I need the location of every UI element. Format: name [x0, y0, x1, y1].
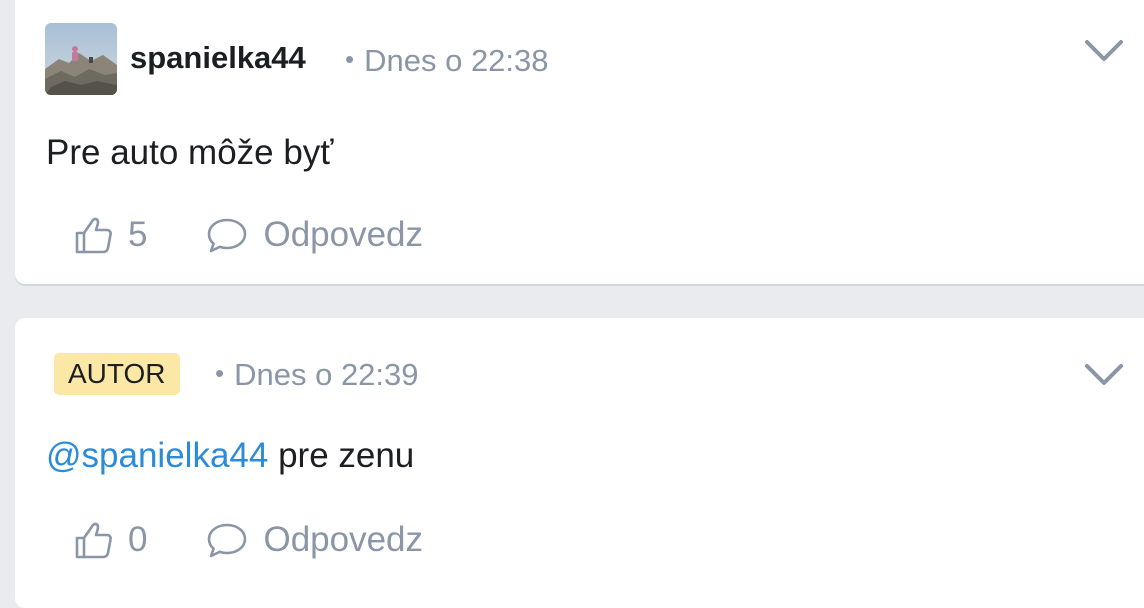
comment-text: @spanielka44 pre zenu: [46, 435, 414, 477]
comment-card: spanielka44 • Dnes o 22:38 Pre auto môže …: [15, 0, 1144, 284]
speech-bubble-icon: [208, 523, 247, 558]
comment-card: AUTOR • Dnes o 22:39 @spanielka44 pre zen…: [15, 318, 1144, 608]
avatar-image: [45, 23, 117, 95]
comment-text: Pre auto môže byť: [46, 133, 334, 172]
separator-dot: •: [345, 44, 355, 74]
like-count: 0: [128, 520, 148, 559]
speech-bubble-icon: [208, 218, 247, 253]
like-button[interactable]: 0: [74, 520, 147, 560]
separator-dot: •: [215, 358, 225, 388]
thumbs-up-icon: [75, 522, 112, 559]
comment-actions: 0 Odpovedz: [74, 518, 423, 562]
like-button[interactable]: 5: [74, 215, 147, 255]
comment-meta: • Dnes o 22:39: [215, 355, 419, 393]
comment-actions: 5 Odpovedz: [74, 213, 423, 257]
chevron-down-icon[interactable]: [1084, 38, 1124, 64]
comment-timestamp: Dnes o 22:39: [234, 357, 419, 392]
like-count: 5: [128, 215, 148, 254]
reply-button[interactable]: Odpovedz: [205, 520, 423, 560]
comment-author[interactable]: spanielka44: [130, 40, 306, 76]
reply-label: Odpovedz: [263, 215, 424, 254]
mention-link[interactable]: @spanielka44: [46, 436, 268, 475]
user-avatar[interactable]: [45, 23, 117, 95]
author-badge: AUTOR: [54, 353, 180, 395]
chevron-down-icon[interactable]: [1084, 362, 1124, 388]
reply-label: Odpovedz: [263, 520, 424, 559]
comment-meta: • Dnes o 22:38: [345, 41, 549, 79]
thumbs-up-icon: [75, 217, 112, 254]
comment-timestamp: Dnes o 22:38: [364, 43, 549, 78]
reply-button[interactable]: Odpovedz: [205, 215, 423, 255]
comment-text-body: pre zenu: [268, 436, 415, 475]
